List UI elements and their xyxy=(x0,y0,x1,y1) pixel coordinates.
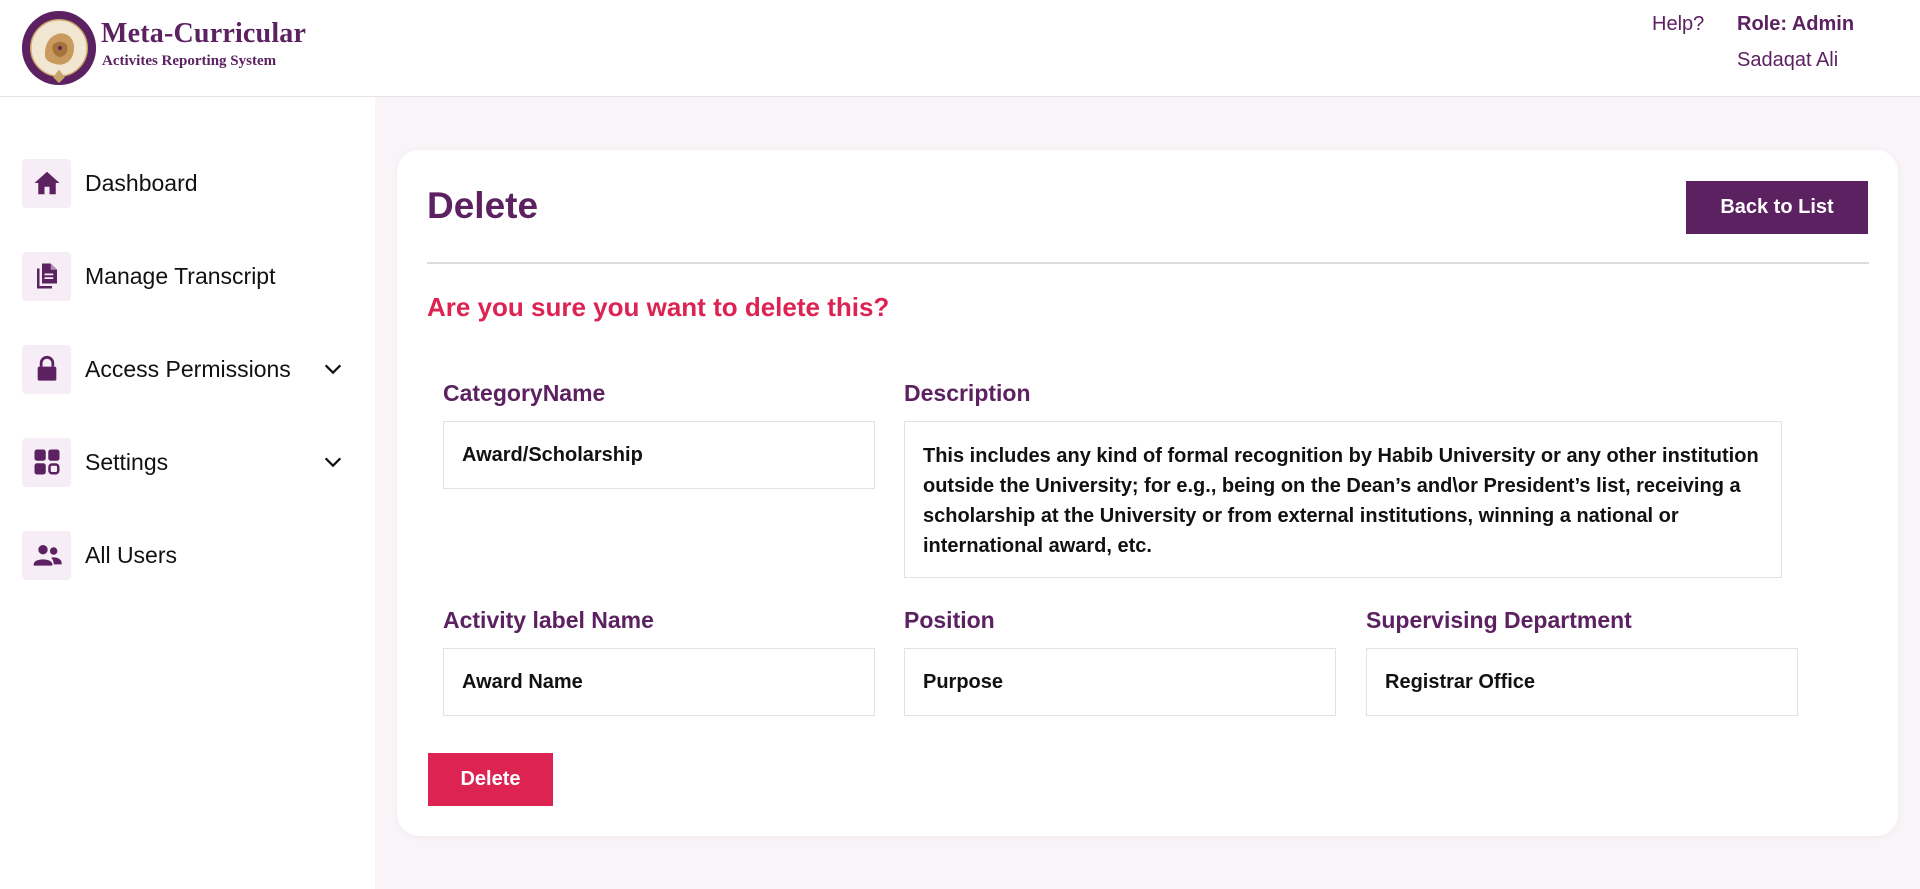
divider xyxy=(427,262,1869,264)
chevron-down-icon[interactable] xyxy=(322,358,344,380)
help-link[interactable]: Help? xyxy=(1652,13,1704,36)
university-seal-logo xyxy=(21,10,97,86)
user-role: Role: Admin xyxy=(1737,13,1855,35)
position-field: Purpose xyxy=(904,648,1336,716)
sidebar: Dashboard Manage Transcript Access Permi… xyxy=(0,97,375,889)
documents-icon xyxy=(22,251,71,301)
chevron-down-icon[interactable] xyxy=(322,451,344,473)
sidebar-item-all-users[interactable]: All Users xyxy=(22,530,352,580)
sidebar-item-settings[interactable]: Settings xyxy=(22,437,352,487)
description-label: Description xyxy=(904,380,1031,406)
delete-button[interactable]: Delete xyxy=(428,753,553,806)
lock-icon xyxy=(22,344,71,394)
activity-label-name-label: Activity label Name xyxy=(443,607,654,633)
sidebar-item-access-permissions[interactable]: Access Permissions xyxy=(22,344,352,394)
sidebar-item-label: Manage Transcript xyxy=(85,262,276,289)
sidebar-item-label: Access Permissions xyxy=(85,355,291,382)
grid-icon xyxy=(22,437,71,487)
activity-label-name-field: Award Name xyxy=(443,648,875,716)
users-icon xyxy=(22,530,71,580)
user-name[interactable]: Sadaqat Ali xyxy=(1737,49,1838,72)
home-icon xyxy=(22,158,71,208)
brand-title: Meta-Curricular xyxy=(101,18,307,49)
supervising-department-label: Supervising Department xyxy=(1366,607,1632,633)
sidebar-item-label: All Users xyxy=(85,541,178,568)
sidebar-item-manage-transcript[interactable]: Manage Transcript xyxy=(22,251,352,301)
delete-confirmation-message: Are you sure you want to delete this? xyxy=(427,292,890,322)
sidebar-item-label: Dashboard xyxy=(85,169,198,196)
description-field: This includes any kind of formal recogni… xyxy=(904,421,1782,578)
top-header: Meta-Curricular Activites Reporting Syst… xyxy=(0,0,1920,97)
page-title: Delete xyxy=(427,185,539,226)
sidebar-item-dashboard[interactable]: Dashboard xyxy=(22,158,352,208)
position-label: Position xyxy=(904,607,995,633)
category-name-label: CategoryName xyxy=(443,380,606,406)
category-name-field: Award/Scholarship xyxy=(443,421,875,489)
back-to-list-button[interactable]: Back to List xyxy=(1686,181,1868,234)
sidebar-item-label: Settings xyxy=(85,448,169,475)
delete-confirmation-card: Delete Back to List Are you sure you wan… xyxy=(397,150,1898,836)
supervising-department-field: Registrar Office xyxy=(1366,648,1798,716)
brand-subtitle: Activites Reporting System xyxy=(102,53,277,69)
